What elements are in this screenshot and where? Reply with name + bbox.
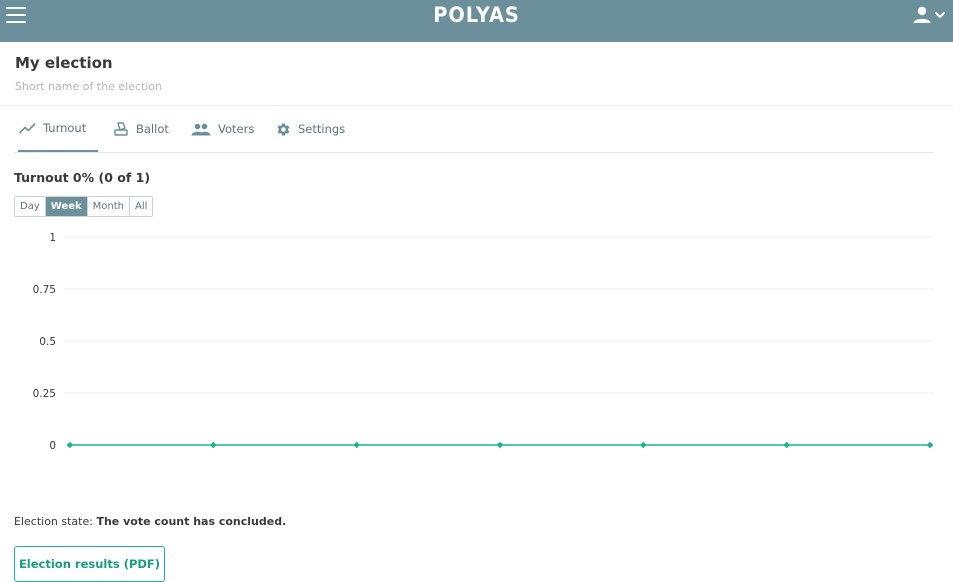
tab-voters[interactable]: Voters xyxy=(191,106,254,152)
ballot-box-icon xyxy=(114,122,128,136)
election-results-pdf-button[interactable]: Election results (PDF) xyxy=(14,546,165,582)
trend-line-icon xyxy=(19,123,36,134)
chevron-down-icon xyxy=(935,12,945,18)
polyas-logo: POLYAS xyxy=(433,3,520,27)
range-all-button[interactable]: All xyxy=(129,197,153,216)
data-point[interactable] xyxy=(926,441,934,449)
data-point[interactable] xyxy=(640,441,647,449)
data-point[interactable] xyxy=(783,441,790,449)
tab-turnout-label: Turnout xyxy=(43,121,87,135)
page-title: My election xyxy=(15,54,113,72)
election-short-name: Short name of the election xyxy=(15,80,163,93)
tab-settings[interactable]: Settings xyxy=(276,106,345,152)
tab-settings-label: Settings xyxy=(298,122,346,136)
range-month-button[interactable]: Month xyxy=(87,197,130,216)
data-point[interactable] xyxy=(353,441,360,449)
y-tick-label: 0.5 xyxy=(39,336,56,348)
y-tick-label: 0.75 xyxy=(33,284,56,296)
turnout-heading: Turnout 0% (0 of 1) xyxy=(14,170,151,185)
election-state: Election state: The vote count has concl… xyxy=(14,515,286,528)
data-point[interactable] xyxy=(496,441,504,449)
y-tick-label: 0.25 xyxy=(33,388,56,400)
top-bar: POLYAS xyxy=(0,0,953,42)
people-icon xyxy=(191,123,211,135)
tab-voters-label: Voters xyxy=(218,122,255,136)
tab-ballot-label: Ballot xyxy=(136,122,169,136)
range-day-button[interactable]: Day xyxy=(15,197,46,216)
y-tick-label: 1 xyxy=(49,232,56,244)
data-point[interactable] xyxy=(66,441,74,449)
tab-bar: Turnout Ballot Voters Settings xyxy=(14,106,934,153)
time-range-selector: Day Week Month All xyxy=(14,196,154,217)
tab-ballot[interactable]: Ballot xyxy=(113,106,169,152)
turnout-chart: 1 0.75 0.5 0.25 0 xyxy=(33,232,934,452)
election-header: My election Short name of the election xyxy=(15,54,162,93)
user-icon xyxy=(913,6,931,23)
gear-icon xyxy=(277,123,290,135)
range-week-button[interactable]: Week xyxy=(45,197,88,216)
user-menu-button[interactable] xyxy=(912,5,948,25)
election-state-label: Election state: xyxy=(14,515,93,528)
tab-turnout[interactable]: Turnout xyxy=(18,106,98,152)
y-tick-label: 0 xyxy=(49,440,56,452)
hamburger-menu-icon[interactable] xyxy=(6,6,26,24)
data-point[interactable] xyxy=(210,441,217,449)
election-state-value: The vote count has concluded. xyxy=(96,515,287,528)
